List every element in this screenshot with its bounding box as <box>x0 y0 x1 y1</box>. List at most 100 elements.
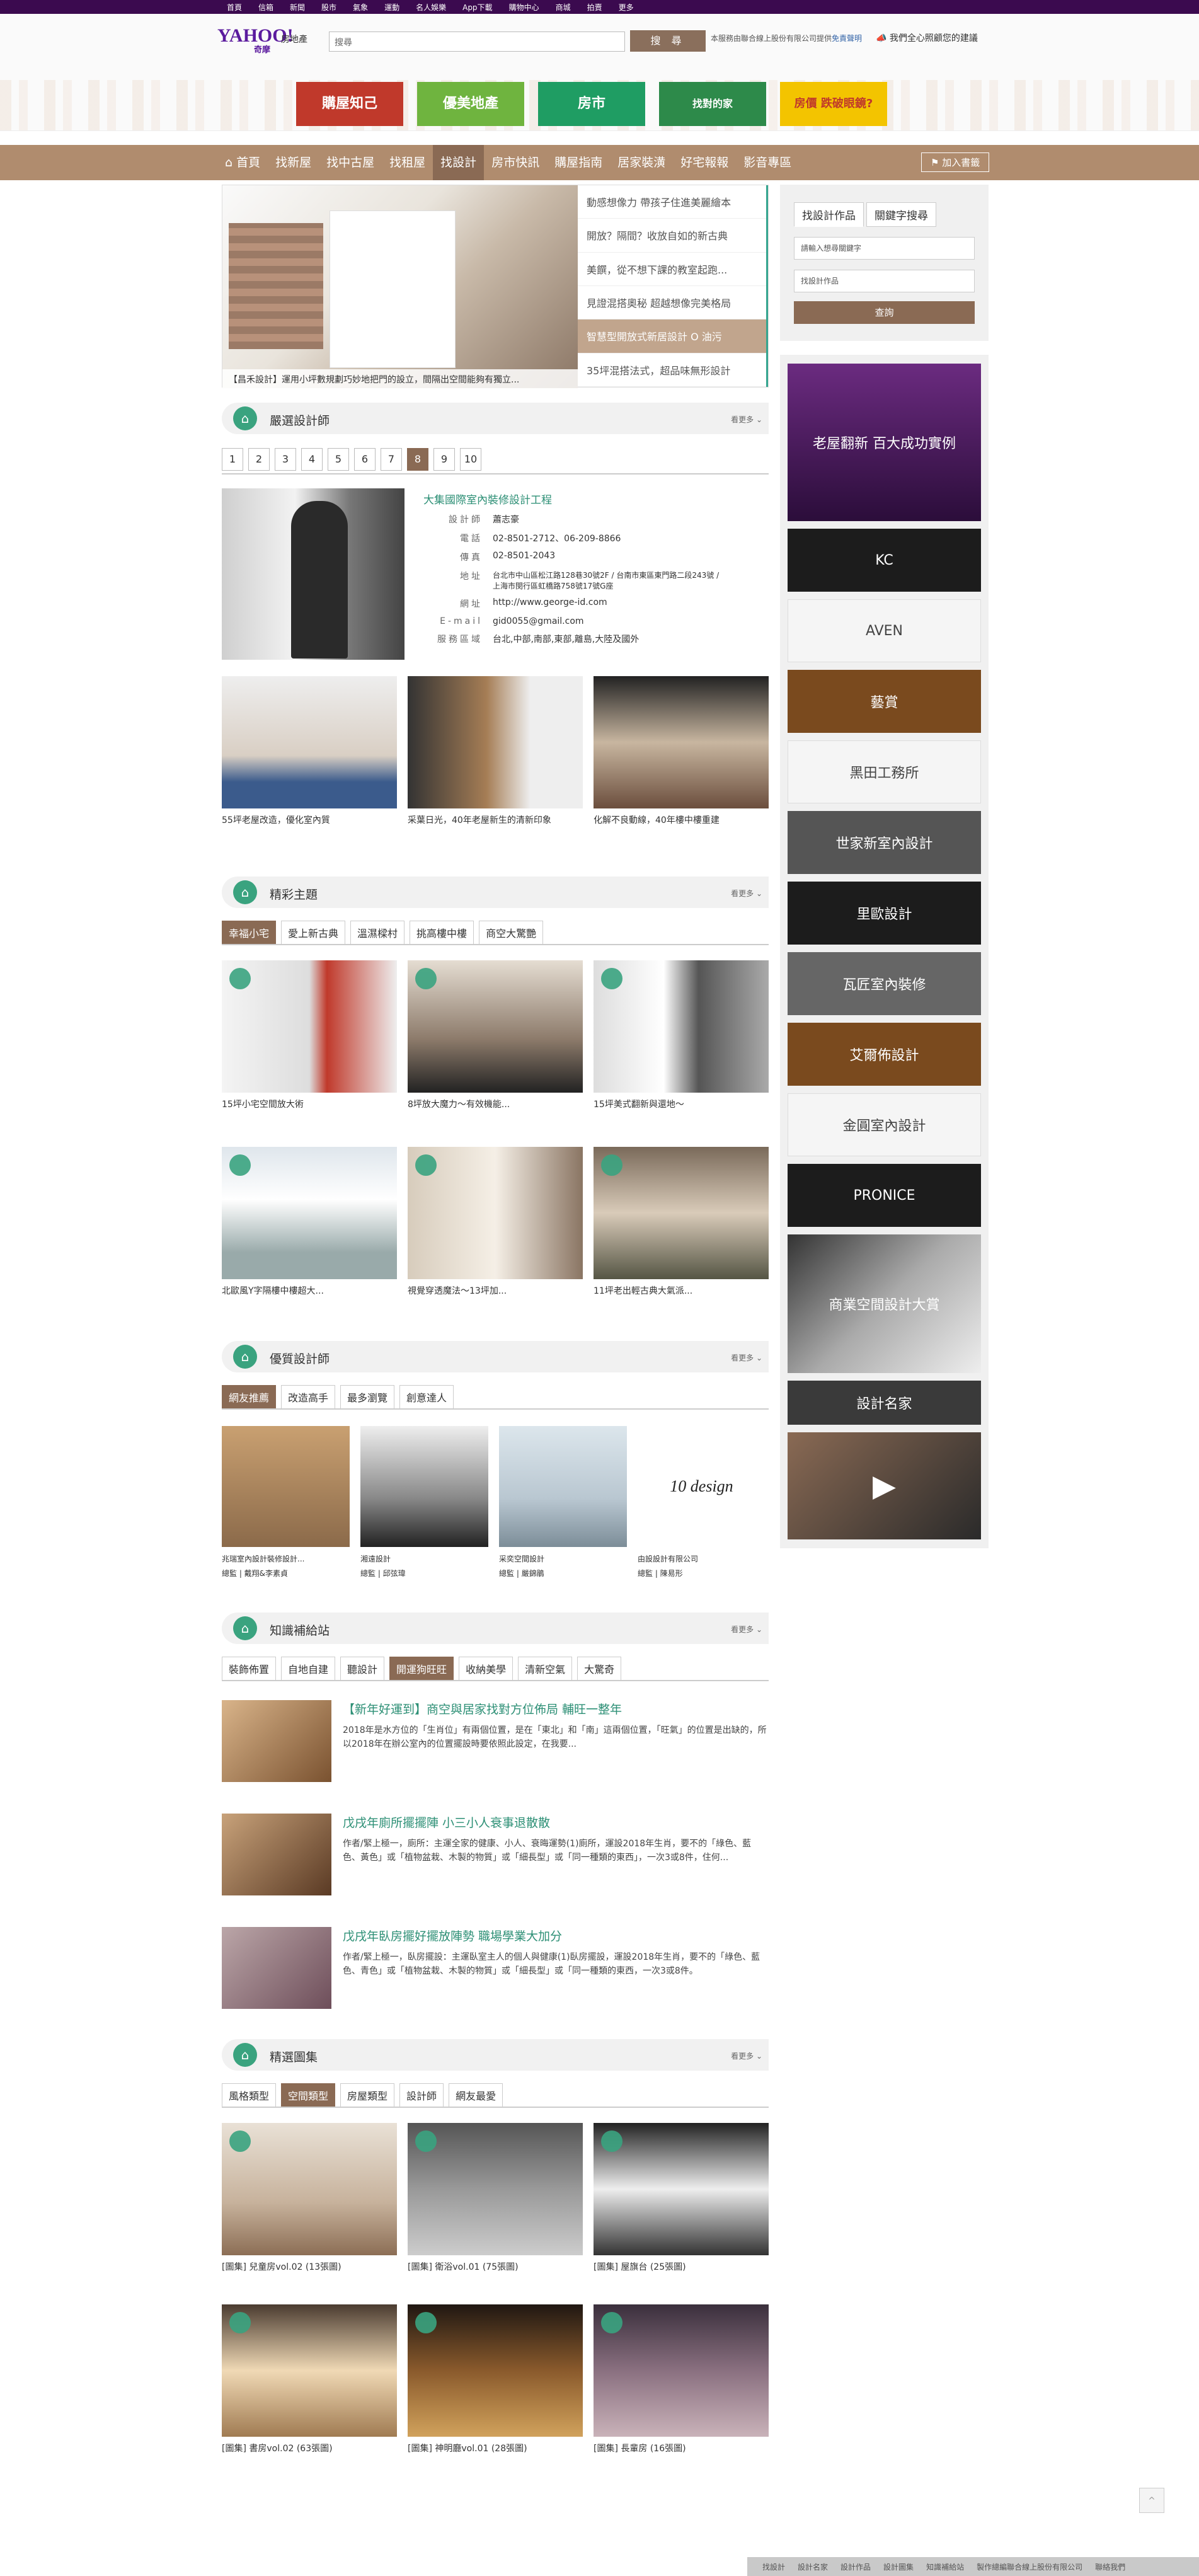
back-to-top-button[interactable]: ^ <box>1139 2488 1164 2513</box>
designer-card[interactable]: 10 design 由設設計有限公司 總監 | 陳易形 <box>638 1426 766 1578</box>
gallery-card[interactable]: [圖集] 書房vol.02 (63張圖) <box>222 2304 397 2454</box>
designer-card[interactable]: 采奕空間設計 總監 | 嚴錦鵑 <box>499 1426 627 1578</box>
more-link[interactable]: 看更多 ⌄ <box>731 2050 762 2061</box>
page-7[interactable]: 7 <box>381 448 402 471</box>
footer-link[interactable]: 設計名家 <box>798 2562 828 2572</box>
theme-card[interactable]: 15坪美式翻新與還地～ <box>594 960 769 1110</box>
article-title[interactable]: 【新年好運到】商空與居家找對方位佈局 輔旺一整年 <box>343 1700 769 1717</box>
footer-link[interactable]: 聯絡我們 <box>1095 2562 1125 2572</box>
page-3[interactable]: 3 <box>275 448 296 471</box>
topbar-weather[interactable]: 氣象 <box>353 2 368 13</box>
footer-link[interactable]: 設計圖集 <box>883 2562 914 2572</box>
sidebar-ad[interactable]: 老屋翻新 百大成功實例 <box>788 364 981 521</box>
designer-company[interactable]: 大集國際室內裝修設計工程 <box>423 491 769 507</box>
more-link[interactable]: 看更多 ⌄ <box>731 414 762 425</box>
search-input[interactable]: 搜尋 <box>329 32 625 52</box>
sidebar-ad[interactable]: 金圓室內設計 <box>788 1093 981 1156</box>
topbar-more[interactable]: 更多 <box>619 2 634 13</box>
topbar-home[interactable]: 首頁 <box>227 2 242 13</box>
topbar-celeb[interactable]: 名人娛樂 <box>416 2 446 13</box>
page-9[interactable]: 9 <box>433 448 455 471</box>
page-2[interactable]: 2 <box>248 448 270 471</box>
hero-list-item[interactable]: 開放？隔間？收放自如的新古典 <box>578 219 766 253</box>
tab-theme-4[interactable]: 挑高樓中樓 <box>410 921 474 944</box>
designer-card[interactable]: 湘遠設計 總監 | 邱弦瑋 <box>360 1426 488 1578</box>
nav-new-house[interactable]: 找新屋 <box>268 145 319 180</box>
feedback-link[interactable]: 📣 我們全心照顧您的建議 <box>876 32 978 44</box>
website-link[interactable]: http://www.george-id.com <box>493 597 607 610</box>
tab-gallery-1[interactable]: 風格類型 <box>222 2083 277 2107</box>
theme-card[interactable]: 11坪老出輕古典大氣派... <box>594 1147 769 1297</box>
sidebar-ad[interactable]: KC <box>788 529 981 592</box>
tab-theme-3[interactable]: 溫濕樑村 <box>350 921 405 944</box>
sidebar-ad[interactable]: 設計名家 <box>788 1381 981 1425</box>
topbar-app[interactable]: App下載 <box>462 2 492 13</box>
nav-design[interactable]: 找設計 <box>433 145 485 180</box>
hero-list-item[interactable]: 動感想像力 帶孩子住進美麗繪本 <box>578 185 766 219</box>
sidebar-ad[interactable]: PRONICE <box>788 1164 981 1227</box>
tab-theme-2[interactable]: 愛上新古典 <box>281 921 346 944</box>
tab-quality-4[interactable]: 創意達人 <box>399 1385 454 1408</box>
article-item[interactable]: 【新年好運到】商空與居家找對方位佈局 輔旺一整年 2018年是水方位的「生肖位」有… <box>222 1700 769 1782</box>
nav-guide[interactable]: 購屋指南 <box>547 145 610 180</box>
hero-image[interactable]: 【昌禾設計】運用小坪數規劃巧妙地把門的設立，間隔出空間能夠有獨立... <box>222 185 578 388</box>
theme-card[interactable]: 視覺穿透魔法～13坪加... <box>408 1147 583 1297</box>
search-button[interactable]: 搜 尋 <box>630 30 706 52</box>
sidebar-ad[interactable]: 商業空間設計大賞 <box>788 1234 981 1373</box>
banner-ad-3[interactable]: 房市 <box>538 82 645 126</box>
hero-list-item[interactable]: 美饌，從不想下課的教室起跑... <box>578 253 766 286</box>
gallery-card[interactable]: [圖集] 長輩房 (16張圖) <box>594 2304 769 2454</box>
disclaimer-link[interactable]: 免責聲明 <box>832 34 862 43</box>
topbar-auction[interactable]: 拍賣 <box>587 2 602 13</box>
keyword-field[interactable]: 請輸入想尋關鍵字 <box>794 237 975 260</box>
page-4[interactable]: 4 <box>301 448 323 471</box>
topbar-shop[interactable]: 購物中心 <box>509 2 539 13</box>
nav-home[interactable]: ⌂ 首頁 <box>217 145 268 180</box>
tab-theme-1[interactable]: 幸福小宅 <box>222 921 277 944</box>
tab-knowledge-2[interactable]: 自地自建 <box>281 1657 336 1680</box>
banner-ad-4[interactable]: 找對的家 <box>659 82 766 126</box>
tab-theme-5[interactable]: 商空大驚艷 <box>479 921 544 944</box>
topbar-mail[interactable]: 信箱 <box>258 2 273 13</box>
tab-keyword-search[interactable]: 關鍵字搜尋 <box>866 202 936 227</box>
banner-ad-5[interactable]: 房價 跌破眼鏡? <box>780 82 887 126</box>
topbar-stock[interactable]: 股市 <box>321 2 336 13</box>
category-select[interactable]: 找設計作品 <box>794 270 975 292</box>
sidebar-ad[interactable]: 世家新室內設計 <box>788 811 981 874</box>
banner-ad-2[interactable]: 優美地產 <box>417 82 524 126</box>
gallery-card[interactable]: [圖集] 衛浴vol.01 (75張圖) <box>408 2123 583 2273</box>
topbar-sports[interactable]: 運動 <box>384 2 399 13</box>
footer-link[interactable]: 知識補給站 <box>926 2562 964 2572</box>
article-title[interactable]: 戊戌年臥房擺好擺放陣勢 職場學業大加分 <box>343 1927 769 1944</box>
bookmark-button[interactable]: ⚑ 加入書籤 <box>921 152 990 172</box>
tab-knowledge-3[interactable]: 聽設計 <box>340 1657 385 1680</box>
page-1[interactable]: 1 <box>222 448 243 471</box>
sidebar-ad[interactable]: AVEN <box>788 599 981 662</box>
page-10[interactable]: 10 <box>460 448 481 471</box>
tab-gallery-4[interactable]: 設計師 <box>399 2083 444 2107</box>
nav-report[interactable]: 好宅報報 <box>673 145 736 180</box>
more-link[interactable]: 看更多 ⌄ <box>731 1624 762 1635</box>
work-card[interactable]: 采葉日光，40年老屋新生的清新印象 <box>408 676 583 826</box>
sidebar-ad[interactable]: 黑田工務所 <box>788 740 981 803</box>
tab-gallery-2[interactable]: 空間類型 <box>281 2083 336 2107</box>
more-link[interactable]: 看更多 ⌄ <box>731 1352 762 1363</box>
tab-gallery-3[interactable]: 房屋類型 <box>340 2083 395 2107</box>
theme-card[interactable]: 8坪放大魔力～有效機能... <box>408 960 583 1110</box>
theme-card[interactable]: 北歐風Y字隔樓中樓超大... <box>222 1147 397 1297</box>
page-6[interactable]: 6 <box>354 448 376 471</box>
designer-card[interactable]: 兆瑞室內設計裝修設計... 總監 | 戴翔&李素貞 <box>222 1426 350 1578</box>
tab-knowledge-1[interactable]: 裝飾佈置 <box>222 1657 277 1680</box>
tab-find-works[interactable]: 找設計作品 <box>794 202 864 227</box>
sidebar-ad[interactable]: 瓦匠室內裝修 <box>788 952 981 1015</box>
tab-gallery-5[interactable]: 網友最愛 <box>449 2083 503 2107</box>
banner-ad-1[interactable]: 購屋知己 <box>296 82 403 126</box>
article-title[interactable]: 戊戌年廁所擺擺陣 小三小人衰事退散散 <box>343 1814 769 1831</box>
tab-knowledge-5[interactable]: 收納美學 <box>459 1657 513 1680</box>
article-item[interactable]: 戊戌年廁所擺擺陣 小三小人衰事退散散 作者/緊上極一，廁所：主運全家的健康、小人、… <box>222 1814 769 1895</box>
topbar-news[interactable]: 新聞 <box>290 2 305 13</box>
nav-used-house[interactable]: 找中古屋 <box>319 145 382 180</box>
tab-knowledge-6[interactable]: 清新空氣 <box>518 1657 573 1680</box>
sidebar-ad[interactable]: 艾爾佈設計 <box>788 1023 981 1086</box>
footer-link[interactable]: 找設計 <box>762 2562 785 2572</box>
